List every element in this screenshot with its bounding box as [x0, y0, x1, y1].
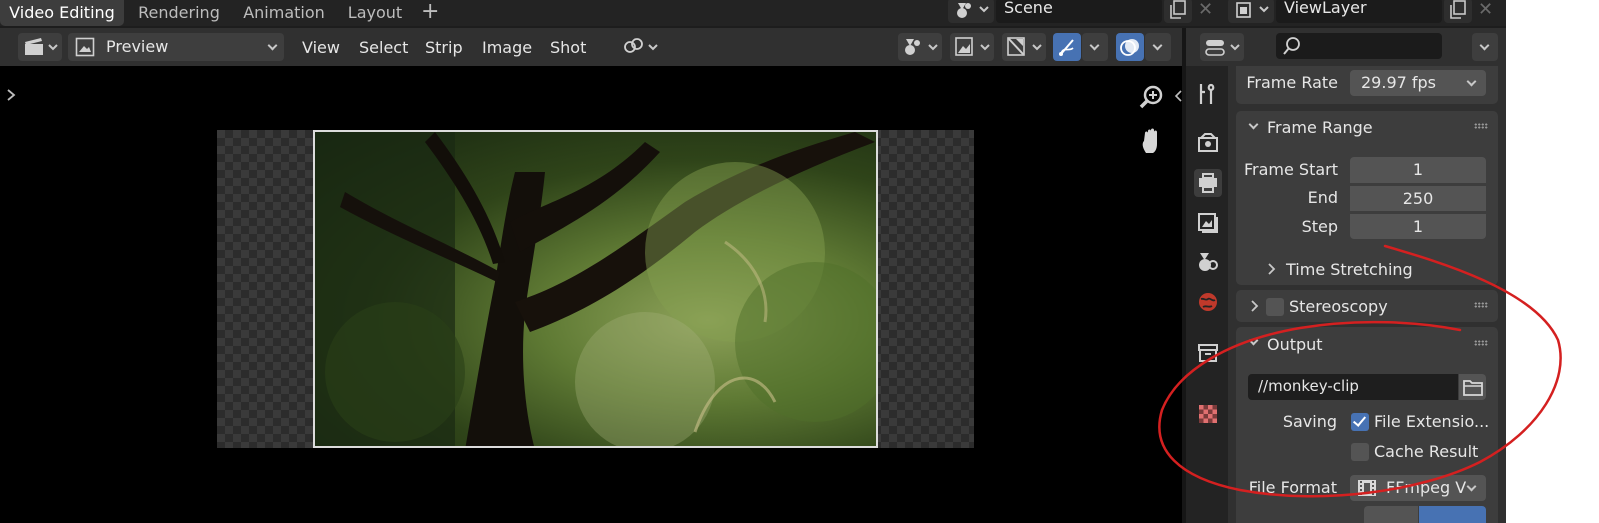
red-annotation-ellipse: [1158, 244, 1562, 498]
annotation-stroke: [1158, 244, 1562, 498]
